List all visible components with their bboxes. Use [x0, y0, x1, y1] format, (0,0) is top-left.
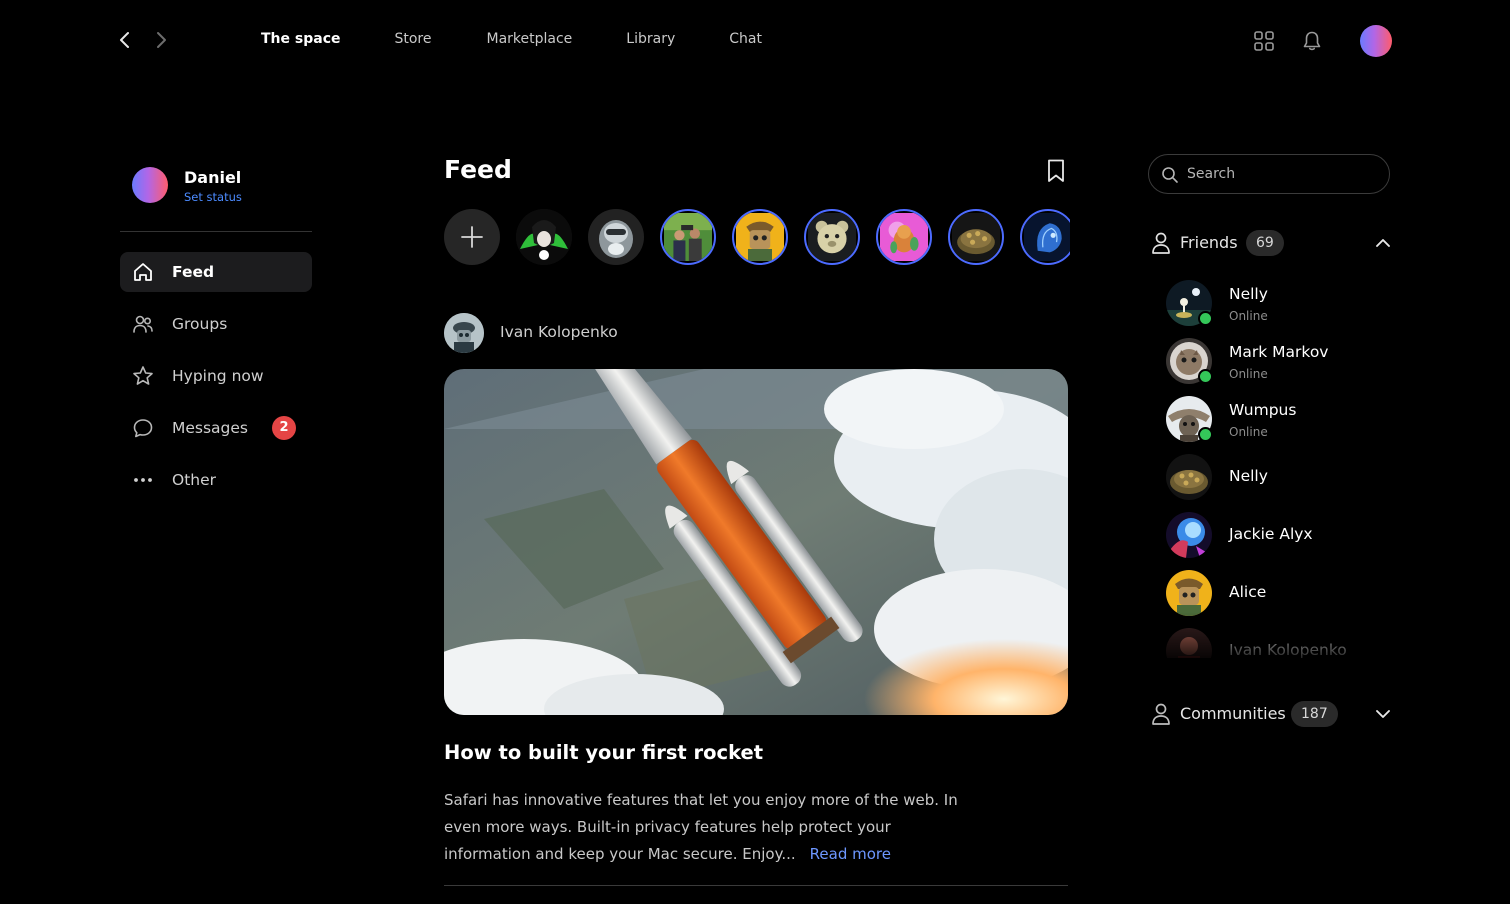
unread-badge: 2 — [272, 416, 296, 440]
sidebar-item-groups[interactable]: Groups — [120, 304, 312, 344]
person-icon — [1150, 702, 1172, 726]
friend-name: Nelly — [1229, 285, 1268, 303]
post-body: Safari has innovative features that let … — [444, 787, 964, 868]
story-avatar[interactable] — [732, 209, 788, 265]
person-icon — [1150, 231, 1172, 255]
friend-name: Mark Markov — [1229, 343, 1329, 361]
set-status-link[interactable]: Set status — [184, 190, 242, 204]
communities-count-badge: 187 — [1291, 701, 1338, 727]
story-avatar[interactable] — [660, 209, 716, 265]
home-icon — [132, 261, 154, 283]
tab-the-space[interactable]: The space — [261, 31, 340, 47]
read-more-link[interactable]: Read more — [810, 845, 891, 863]
plus-icon — [461, 226, 483, 248]
friend-name: Alice — [1229, 583, 1267, 601]
friend-status: Online — [1229, 425, 1268, 439]
profile-card: Daniel Set status — [132, 167, 332, 207]
friend-item[interactable]: Jackie Alyx — [1166, 512, 1396, 570]
friends-list: Nelly Online Mark Markov Online Wumpus O… — [1166, 280, 1396, 658]
stories-row — [444, 209, 1070, 267]
sidebar-item-feed[interactable]: Feed — [120, 252, 312, 292]
more-dots-icon — [132, 469, 154, 491]
post-author-name[interactable]: Ivan Kolopenko — [500, 323, 618, 341]
sidebar-item-other[interactable]: Other — [120, 460, 312, 500]
bookmark-icon[interactable] — [1045, 158, 1067, 184]
user-avatar[interactable] — [1360, 25, 1392, 57]
friend-item[interactable]: Mark Markov Online — [1166, 338, 1396, 396]
friend-item[interactable]: Ivan Kolopenko — [1166, 628, 1396, 658]
story-avatar[interactable] — [516, 209, 572, 265]
bell-icon[interactable] — [1301, 30, 1323, 52]
online-indicator — [1198, 369, 1213, 384]
tab-marketplace[interactable]: Marketplace — [487, 31, 573, 47]
friend-name: Jackie Alyx — [1229, 525, 1313, 543]
sidebar-item-label: Messages — [172, 419, 249, 437]
friend-name: Ivan Kolopenko — [1229, 641, 1347, 658]
friend-name: Wumpus — [1229, 401, 1297, 419]
search-input[interactable] — [1187, 164, 1377, 184]
sidebar-item-label: Groups — [172, 315, 228, 333]
friends-section-header[interactable]: Friends 69 — [1148, 228, 1392, 258]
online-indicator — [1198, 311, 1213, 326]
friends-title: Friends — [1180, 233, 1238, 252]
main-tabs: The space Store Marketplace Library Chat — [261, 31, 817, 47]
post-image[interactable] — [444, 369, 1068, 715]
story-avatar[interactable] — [804, 209, 860, 265]
friend-item[interactable]: Nelly Online — [1166, 280, 1396, 338]
post-title[interactable]: How to built your first rocket — [444, 741, 763, 764]
online-indicator — [1198, 427, 1213, 442]
people-icon — [132, 313, 154, 335]
sidebar-nav: Feed Groups Hyping now Messages 2 Other — [120, 252, 312, 512]
avatar — [1166, 570, 1212, 616]
communities-title: Communities — [1180, 704, 1286, 723]
avatar[interactable] — [132, 167, 168, 203]
story-avatar[interactable] — [876, 209, 932, 265]
post-author-avatar[interactable] — [444, 313, 484, 353]
chevron-left-icon[interactable] — [115, 30, 135, 50]
search-icon — [1162, 167, 1178, 183]
friend-status: Online — [1229, 367, 1268, 381]
story-avatar[interactable] — [1020, 209, 1070, 265]
friend-name: Nelly — [1229, 467, 1268, 485]
search-box — [1148, 154, 1390, 194]
friend-item[interactable]: Nelly — [1166, 454, 1396, 512]
profile-name: Daniel — [184, 168, 242, 187]
feed-divider — [444, 885, 1068, 886]
story-avatar[interactable] — [948, 209, 1004, 265]
tab-store[interactable]: Store — [394, 31, 431, 47]
communities-section-header[interactable]: Communities 187 — [1148, 699, 1392, 729]
chevron-down-icon[interactable] — [1375, 706, 1391, 722]
star-icon — [132, 365, 154, 387]
tab-library[interactable]: Library — [626, 31, 675, 47]
sidebar-item-label: Feed — [172, 263, 215, 281]
avatar — [1166, 628, 1212, 658]
avatar — [1166, 512, 1212, 558]
friends-count-badge: 69 — [1246, 230, 1284, 256]
friend-item[interactable]: Alice — [1166, 570, 1396, 628]
friend-item[interactable]: Wumpus Online — [1166, 396, 1396, 454]
chevron-right-icon[interactable] — [151, 30, 171, 50]
sidebar-item-label: Hyping now — [172, 367, 264, 385]
tab-chat[interactable]: Chat — [729, 31, 762, 47]
friend-status: Online — [1229, 309, 1268, 323]
chat-bubble-icon — [132, 417, 154, 439]
story-avatar[interactable] — [588, 209, 644, 265]
avatar — [1166, 454, 1212, 500]
page-title: Feed — [444, 155, 512, 184]
add-story-button[interactable] — [444, 209, 500, 265]
sidebar-item-messages[interactable]: Messages 2 — [120, 408, 312, 448]
sidebar-item-label: Other — [172, 471, 217, 489]
top-navigation-bar: The space Store Marketplace Library Chat — [0, 0, 1510, 82]
sidebar-divider — [120, 231, 312, 232]
chevron-up-icon[interactable] — [1375, 235, 1391, 251]
apps-grid-icon[interactable] — [1253, 30, 1275, 52]
sidebar-item-hyping-now[interactable]: Hyping now — [120, 356, 312, 396]
